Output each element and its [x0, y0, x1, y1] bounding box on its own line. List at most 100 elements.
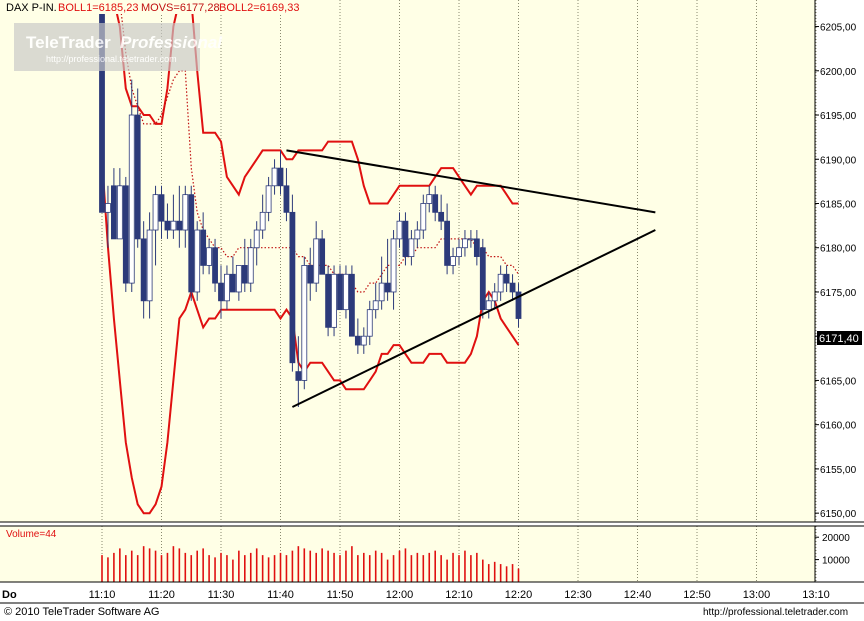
candle-body — [111, 185, 117, 240]
candle — [194, 221, 201, 301]
price-tick-label: 6180,00 — [820, 244, 857, 255]
candle-body — [259, 211, 266, 231]
candle-body — [426, 194, 433, 204]
candle-body — [146, 229, 153, 302]
price-tick-label: 6190,00 — [820, 155, 857, 166]
candle-body — [313, 238, 320, 284]
candle-body — [384, 282, 391, 293]
candle-body — [390, 238, 397, 293]
candle-body — [485, 300, 492, 311]
time-tick-label: 11:50 — [327, 589, 354, 601]
candle-body — [247, 247, 254, 284]
chart-canvas: 11:10 11:20 11:30 11:40 11:50 12:00 12:10 12:20… — [0, 0, 864, 621]
candle — [188, 185, 195, 301]
logo-product: Professional — [120, 33, 223, 52]
candle-body — [170, 220, 177, 231]
candle-body — [420, 203, 427, 231]
candle — [325, 265, 332, 337]
last-price-label: 6171,40 — [819, 333, 859, 345]
candle-body — [116, 185, 123, 240]
candle-body — [360, 335, 367, 346]
volume-tick-label: 20000 — [822, 533, 850, 544]
teletrader-logo: TeleTrader Professional http://professio… — [14, 23, 223, 71]
price-tick-label: 6155,00 — [820, 465, 857, 476]
candle — [301, 256, 308, 390]
candle-body — [253, 229, 260, 249]
candle-body — [182, 194, 189, 231]
volume-label: Volume=44 — [6, 529, 57, 540]
candle-body — [372, 300, 379, 311]
candle-body — [378, 282, 385, 302]
candle-body — [105, 203, 111, 213]
candle-body — [200, 229, 207, 266]
candle-body — [354, 335, 361, 346]
price-tick-label: 6160,00 — [820, 421, 857, 432]
price-tick-label: 6175,00 — [820, 288, 857, 299]
candle-body — [456, 247, 462, 257]
candle-body — [277, 167, 284, 187]
time-tick-label: 11:20 — [148, 589, 175, 601]
price-tick-label: 6195,00 — [820, 111, 857, 122]
time-tick-label: 13:00 — [743, 589, 771, 601]
candle-body — [396, 220, 403, 240]
footer-url[interactable]: http://professional.teletrader.com — [703, 607, 848, 618]
day-label: Do — [2, 589, 17, 601]
candle-body — [164, 220, 171, 231]
candle-body — [140, 238, 147, 302]
candle-body — [241, 265, 248, 284]
copyright-text: © 2010 TeleTrader Software AG — [4, 606, 159, 618]
time-tick-label: 12:10 — [445, 589, 473, 601]
price-tick-label: 6150,00 — [820, 509, 857, 520]
candle-body — [432, 194, 439, 213]
time-tick-label: 11:30 — [208, 589, 235, 601]
boll2-label: BOLL2=6169,33 — [219, 2, 299, 14]
time-tick-label: 13:10 — [802, 589, 830, 601]
candle-body — [331, 273, 337, 328]
candle-body — [289, 211, 296, 364]
candle-body — [188, 194, 195, 293]
candle-body — [491, 291, 498, 302]
candle-body — [301, 265, 308, 381]
candle-body — [444, 220, 451, 266]
candle-body — [319, 238, 326, 275]
time-axis-area — [0, 583, 864, 603]
candle-body — [229, 273, 236, 293]
candle-body — [402, 220, 409, 257]
candle-body — [343, 273, 349, 311]
candle-body — [283, 185, 290, 213]
time-tick-label: 12:20 — [505, 589, 533, 601]
candle-body — [438, 211, 445, 222]
time-tick-label: 11:10 — [89, 589, 116, 601]
candle-body — [122, 185, 129, 284]
candle-body — [462, 238, 468, 249]
candle-body — [134, 114, 141, 240]
candle-body — [479, 247, 486, 311]
candle-body — [497, 273, 504, 293]
time-tick-label: 12:40 — [624, 589, 652, 601]
movs-label: MOVS=6177,28 — [141, 2, 220, 14]
candle-body — [194, 229, 201, 293]
price-tick-label: 6200,00 — [820, 67, 857, 78]
candle-body — [473, 238, 480, 257]
candle-body — [224, 273, 230, 302]
candle-body — [408, 238, 415, 257]
candle-body — [128, 114, 135, 284]
candle-body — [348, 273, 355, 337]
volume-tick-label: 10000 — [822, 556, 850, 567]
candle-body — [212, 247, 218, 284]
candle-body — [325, 273, 332, 328]
candle-body — [450, 256, 456, 266]
logo-url: http://professional.teletrader.com — [46, 54, 177, 64]
price-tick-label: 6205,00 — [820, 23, 857, 34]
candle-body — [337, 273, 343, 311]
candle-body — [152, 194, 159, 231]
price-tick-label: 6165,00 — [820, 376, 857, 387]
candle — [331, 265, 337, 337]
instrument-label: DAX P-IN. — [6, 2, 57, 14]
candle — [348, 265, 355, 337]
candle-body — [503, 273, 510, 284]
candle-body — [176, 220, 183, 231]
price-axis-area — [815, 0, 864, 522]
time-tick-label: 12:00 — [386, 589, 414, 601]
time-tick-label: 12:30 — [564, 589, 592, 601]
